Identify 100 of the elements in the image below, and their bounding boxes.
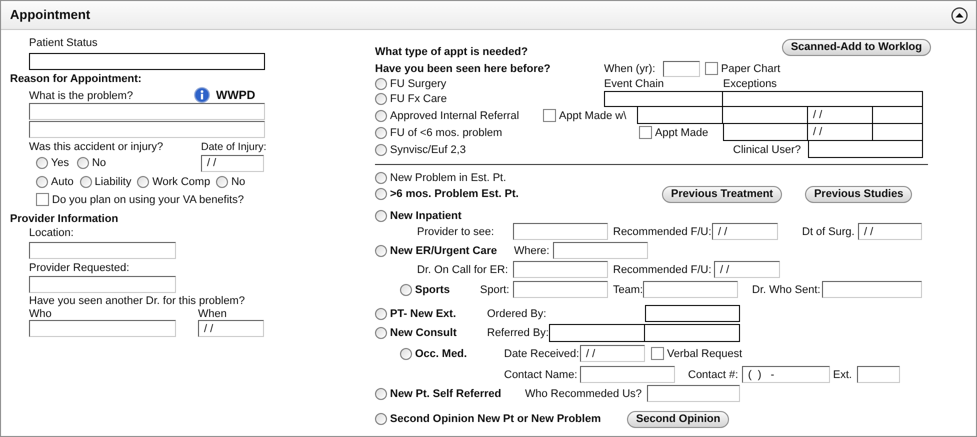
field-label: When — [198, 308, 227, 320]
checkbox-label: Appt Made w\ — [559, 108, 626, 122]
collapse-icon[interactable] — [951, 6, 968, 24]
radio-button[interactable] — [375, 388, 387, 400]
radio-button[interactable] — [400, 348, 412, 360]
checkbox-label: Verbal Request — [667, 346, 742, 360]
radio-button[interactable] — [375, 327, 387, 339]
input-field[interactable]: / / — [712, 223, 778, 240]
radio-label: New Inpatient — [390, 209, 462, 223]
info-icon[interactable] — [194, 86, 210, 102]
radio-button[interactable] — [375, 78, 387, 90]
field-label: Recommended F/U: — [613, 226, 712, 238]
input-field[interactable] — [29, 320, 176, 337]
checkbox-label: Paper Chart — [721, 62, 780, 76]
radio-label: Work Comp — [152, 175, 210, 189]
input-field[interactable] — [604, 91, 723, 107]
radio-label: New Problem in Est. Pt. — [390, 171, 506, 185]
checkbox[interactable] — [36, 193, 49, 206]
radio-button[interactable] — [375, 172, 387, 184]
action-button[interactable]: Scanned-Add to Worklog — [782, 39, 931, 56]
field-label: Referred By: — [487, 327, 549, 339]
input-field[interactable] — [808, 141, 923, 158]
input-field[interactable] — [873, 124, 923, 141]
input-field[interactable] — [723, 91, 923, 107]
action-button[interactable]: Previous Treatment — [662, 186, 782, 203]
checkbox[interactable] — [705, 62, 718, 75]
field-label: What is the problem? — [29, 90, 133, 102]
input-field[interactable] — [645, 324, 740, 342]
radio-button[interactable] — [375, 244, 387, 256]
section-heading: Have you been seen here before? — [375, 62, 550, 74]
panel-title: Appointment — [10, 8, 90, 22]
input-field[interactable] — [723, 107, 808, 124]
field-label: Patient Status — [29, 37, 98, 49]
radio-button[interactable] — [216, 176, 228, 188]
checkbox-label: Do you plan on using your VA benefits? — [52, 192, 244, 206]
section-heading: Provider Information — [10, 213, 118, 225]
input-field[interactable] — [29, 121, 265, 138]
input-field[interactable]: / / — [201, 154, 264, 172]
input-field[interactable] — [29, 53, 265, 70]
input-field[interactable]: / / — [198, 320, 264, 337]
radio-label: Second Opinion New Pt or New Problem — [390, 412, 601, 426]
radio-label: Auto — [51, 175, 74, 189]
input-field[interactable] — [643, 281, 738, 298]
radio-label: FU of <6 mos. problem — [390, 126, 502, 140]
input-field[interactable]: / / — [580, 345, 645, 362]
radio-label: >6 mos. Problem Est. Pt. — [390, 187, 519, 201]
radio-button[interactable] — [375, 110, 387, 122]
radio-button[interactable] — [375, 144, 387, 156]
field-label: Location: — [29, 227, 74, 239]
field-label: Event Chain — [604, 78, 664, 90]
action-button[interactable]: Previous Studies — [805, 186, 912, 203]
input-field[interactable] — [29, 276, 176, 293]
input-field[interactable] — [513, 223, 608, 240]
radio-button[interactable] — [76, 157, 89, 169]
input-field[interactable]: / / — [808, 124, 873, 141]
input-field[interactable] — [647, 385, 740, 402]
input-field[interactable]: / / — [808, 107, 873, 124]
radio-button[interactable] — [137, 176, 150, 188]
input-field[interactable] — [513, 281, 608, 298]
field-label: Have you seen another Dr. for this problem? — [29, 295, 245, 307]
field-label: Contact Name: — [504, 368, 578, 380]
field-label: Provider Requested: — [29, 262, 130, 274]
field-label: Ordered By: — [487, 308, 546, 320]
action-button[interactable]: Second Opinion — [627, 410, 730, 428]
checkbox[interactable] — [651, 347, 664, 360]
radio-button[interactable] — [375, 93, 387, 105]
radio-label: FU Fx Care — [390, 92, 447, 106]
input-field[interactable] — [857, 366, 900, 383]
radio-button[interactable] — [400, 284, 412, 296]
radio-button[interactable] — [80, 176, 92, 188]
checkbox[interactable] — [639, 126, 652, 139]
input-field[interactable] — [29, 242, 176, 259]
input-field[interactable] — [822, 281, 922, 298]
field-label: Clinical User? — [733, 144, 801, 156]
input-field[interactable] — [513, 261, 608, 278]
radio-button[interactable] — [375, 188, 387, 200]
input-field[interactable] — [549, 324, 645, 342]
radio-label: Synvisc/Euf 2,3 — [390, 142, 466, 156]
field-label: Dr. On Call for ER: — [417, 264, 508, 276]
input-field[interactable] — [29, 103, 265, 120]
input-field[interactable] — [637, 107, 723, 124]
radio-button[interactable] — [375, 308, 387, 320]
checkbox[interactable] — [543, 109, 556, 122]
input-field[interactable] — [663, 60, 700, 76]
input-field[interactable] — [723, 124, 808, 141]
field-label: Sport: — [480, 284, 510, 296]
field-label: Who — [29, 308, 52, 320]
radio-button[interactable] — [36, 176, 48, 188]
input-field[interactable]: ( ) - — [742, 366, 830, 383]
input-field[interactable] — [580, 366, 675, 383]
input-field[interactable]: / / — [858, 223, 922, 240]
input-field[interactable]: / / — [714, 261, 780, 278]
radio-button[interactable] — [36, 157, 48, 169]
input-field[interactable] — [873, 107, 923, 124]
input-field[interactable] — [553, 242, 648, 259]
radio-button[interactable] — [375, 210, 387, 222]
input-field[interactable] — [645, 305, 740, 322]
radio-button[interactable] — [375, 413, 387, 425]
radio-button[interactable] — [375, 126, 387, 138]
field-label: Provider to see: — [417, 226, 494, 238]
